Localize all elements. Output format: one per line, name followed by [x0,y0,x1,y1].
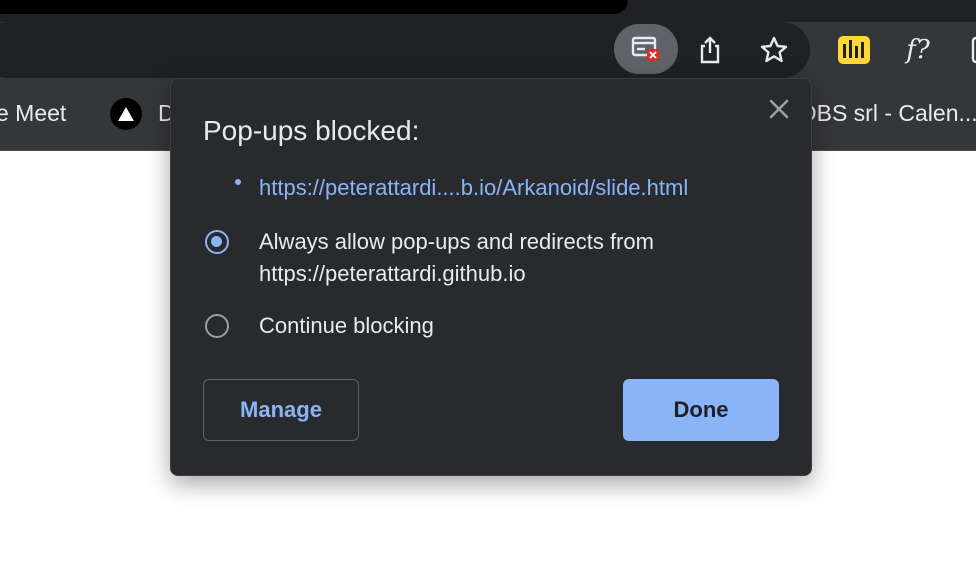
extension-fx-button[interactable]: f? [896,28,940,72]
active-tab[interactable] [0,0,628,14]
share-button[interactable] [688,28,732,72]
extension-audio-button[interactable] [832,28,876,72]
popup-blocked-button[interactable] [614,24,678,74]
option-always-allow-line2: https://peterattardi.github.io [259,261,526,286]
option-always-allow-label[interactable]: Always allow pop-ups and redirects from … [259,226,654,290]
blocked-popup-link[interactable]: https://peterattardi....b.io/Arkanoid/sl… [259,175,688,201]
toolbar: f? [0,22,976,80]
tab-strip [0,0,976,22]
extension-partial-icon [971,36,976,64]
extension-audio-icon [838,36,870,64]
radio-always-allow[interactable] [205,230,229,254]
share-icon [700,36,720,64]
close-button[interactable] [765,95,793,123]
manage-button[interactable]: Manage [203,379,359,441]
option-continue-blocking-label[interactable]: Continue blocking [259,310,434,342]
bookmark-star-button[interactable] [752,28,796,72]
close-icon [769,99,789,119]
bookmark-star-icon [760,36,788,63]
extension-partial-button[interactable] [958,28,976,72]
done-button[interactable]: Done [623,379,779,441]
triangle-logo-icon [110,98,142,130]
popup-blocked-dialog: Pop-ups blocked: https://peterattardi...… [170,78,812,476]
extension-fx-icon: f? [906,35,930,65]
radio-continue-blocking[interactable] [205,314,229,338]
link-bullet [235,179,241,185]
option-always-allow-line1: Always allow pop-ups and redirects from [259,229,654,254]
popup-blocked-icon [631,36,659,61]
bookmark-dbs-calendar[interactable]: DBS srl - Calen... [800,100,976,127]
bookmark-meet[interactable]: e Meet [0,100,66,127]
dialog-title: Pop-ups blocked: [203,115,420,146]
